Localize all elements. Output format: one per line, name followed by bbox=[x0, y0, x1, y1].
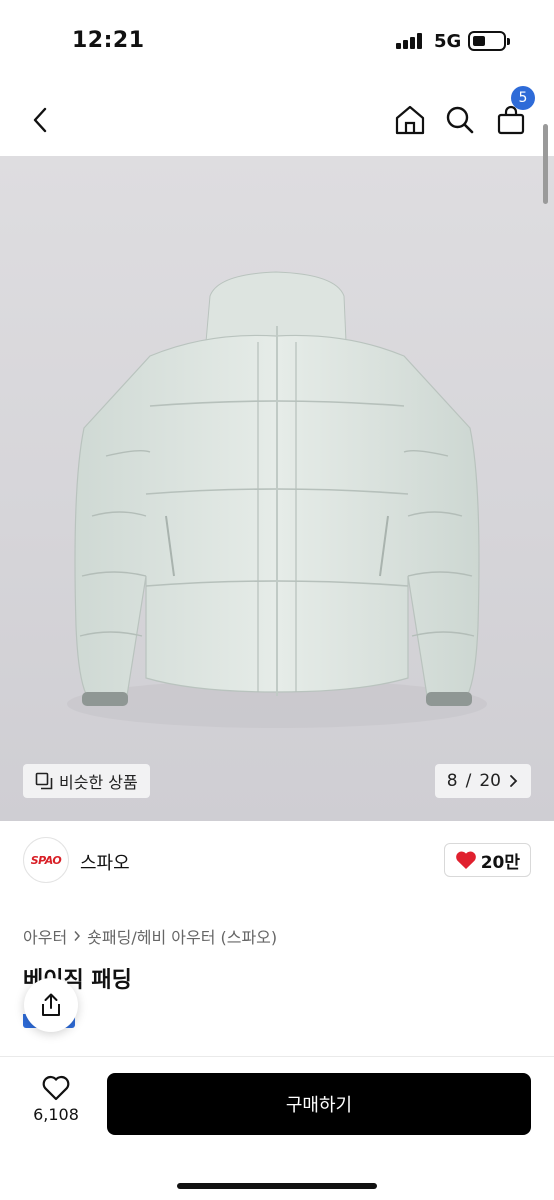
status-time: 12:21 bbox=[72, 28, 145, 53]
home-button[interactable] bbox=[390, 100, 430, 140]
similar-products-button[interactable]: 비슷한 상품 bbox=[23, 764, 150, 798]
heart-filled-icon bbox=[455, 851, 476, 869]
brand-row: SPAO 스파오 20만 bbox=[0, 821, 554, 901]
page-counter-separator: / bbox=[465, 771, 472, 791]
share-icon bbox=[42, 993, 60, 1016]
page-counter-current: 8 bbox=[446, 771, 458, 791]
page-counter-total: 20 bbox=[479, 771, 501, 791]
brand-like-count: 20만 bbox=[480, 852, 520, 873]
cart-count-badge: 5 bbox=[511, 86, 535, 110]
puffer-jacket-image bbox=[67, 271, 487, 728]
back-button[interactable] bbox=[20, 100, 60, 140]
battery-icon bbox=[468, 31, 510, 51]
wishlist-count: 6,108 bbox=[33, 1105, 79, 1124]
network-label: 5G bbox=[434, 31, 462, 52]
home-indicator[interactable] bbox=[177, 1183, 377, 1189]
home-icon bbox=[395, 105, 425, 135]
brand-name[interactable]: 스파오 bbox=[80, 849, 130, 875]
breadcrumb: 아우터 숏패딩/헤비 아우터 (스파오) bbox=[23, 924, 277, 948]
brand-like-button[interactable]: 20만 bbox=[443, 843, 531, 877]
search-button[interactable] bbox=[440, 100, 480, 140]
brand-logo[interactable]: SPAO bbox=[23, 837, 69, 883]
heart-outline-icon bbox=[42, 1075, 70, 1101]
image-page-counter[interactable]: 8 / 20 bbox=[434, 764, 531, 798]
buy-button-label: 구매하기 bbox=[285, 1095, 353, 1116]
search-icon bbox=[446, 106, 474, 134]
chevron-right-icon bbox=[74, 931, 81, 941]
wishlist-button[interactable]: 6,108 bbox=[24, 1075, 88, 1124]
brand-logo-text: SPAO bbox=[30, 853, 62, 867]
bottom-purchase-bar: 6,108 구매하기 bbox=[0, 1056, 554, 1200]
product-image-gallery[interactable]: 비슷한 상품 8 / 20 bbox=[0, 156, 554, 821]
signal-icon bbox=[396, 33, 428, 49]
status-bar: 12:21 5G bbox=[0, 0, 554, 84]
chevron-right-icon bbox=[510, 775, 518, 787]
copy-icon bbox=[35, 772, 53, 790]
similar-products-label: 비슷한 상품 bbox=[59, 773, 138, 792]
buy-button[interactable]: 구매하기 bbox=[107, 1073, 531, 1135]
share-button[interactable] bbox=[24, 978, 78, 1032]
chevron-left-icon bbox=[33, 107, 47, 133]
top-nav: 5 bbox=[0, 84, 554, 156]
cart-button[interactable]: 5 bbox=[491, 86, 535, 140]
breadcrumb-item[interactable]: 숏패딩/헤비 아우터 (스파오) bbox=[87, 924, 277, 948]
breadcrumb-item[interactable]: 아우터 bbox=[23, 924, 67, 948]
scrollbar[interactable] bbox=[543, 124, 548, 204]
